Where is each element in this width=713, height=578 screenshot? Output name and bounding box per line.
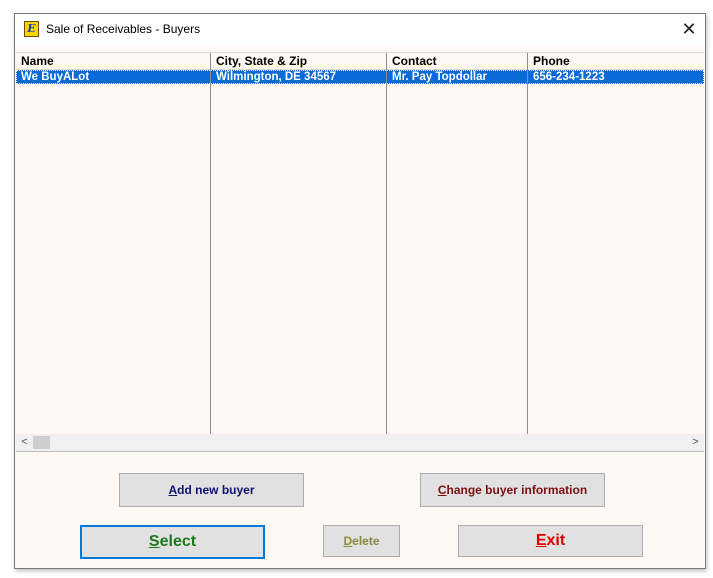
column-header-contact[interactable]: Contact [387, 53, 528, 69]
horizontal-scrollbar[interactable]: < > [16, 434, 704, 451]
select-accelerator: S [148, 533, 160, 550]
exit-button[interactable]: Exit [458, 525, 643, 557]
select-button[interactable]: Select [80, 525, 265, 559]
exit-label: xit [546, 532, 566, 549]
buyers-dialog: E Sale of Receivables - Buyers ✕ Name Ci… [14, 13, 706, 569]
divider [16, 451, 704, 452]
table-row[interactable]: We BuyALot Wilmington, DE 34567 Mr. Pay … [16, 70, 704, 84]
cell-city: Wilmington, DE 34567 [216, 71, 337, 83]
scroll-right-icon[interactable]: > [687, 434, 704, 451]
exit-accelerator: E [535, 532, 547, 549]
title-bar: E Sale of Receivables - Buyers ✕ [15, 14, 705, 46]
scroll-left-icon[interactable]: < [16, 434, 33, 451]
cell-name: We BuyALot [21, 71, 90, 83]
add-accelerator: A [168, 483, 178, 497]
buyers-list[interactable]: Name City, State & Zip Contact Phone We … [16, 52, 704, 451]
app-logo-icon: E [24, 21, 39, 37]
cell-contact: Mr. Pay Topdollar [392, 71, 487, 83]
scroll-thumb[interactable] [33, 436, 50, 449]
change-label: hange buyer information [446, 483, 588, 497]
delete-label: elete [352, 534, 380, 548]
close-icon: ✕ [681, 19, 697, 39]
column-header-name[interactable]: Name [16, 53, 211, 69]
column-divider[interactable] [210, 53, 211, 434]
delete-accelerator: D [343, 534, 353, 548]
window-title: Sale of Receivables - Buyers [46, 22, 201, 36]
column-divider[interactable] [527, 53, 528, 434]
column-divider[interactable] [386, 53, 387, 434]
column-header-city[interactable]: City, State & Zip [211, 53, 387, 69]
select-label: elect [159, 533, 197, 550]
add-new-buyer-button[interactable]: Add new buyer [119, 473, 304, 507]
cell-phone: 656-234-1223 [533, 71, 605, 83]
close-button[interactable]: ✕ [673, 14, 705, 44]
delete-button[interactable]: Delete [323, 525, 400, 557]
column-header-phone[interactable]: Phone [528, 53, 704, 69]
add-label: dd new buyer [177, 483, 255, 497]
change-buyer-info-button[interactable]: Change buyer information [420, 473, 605, 507]
